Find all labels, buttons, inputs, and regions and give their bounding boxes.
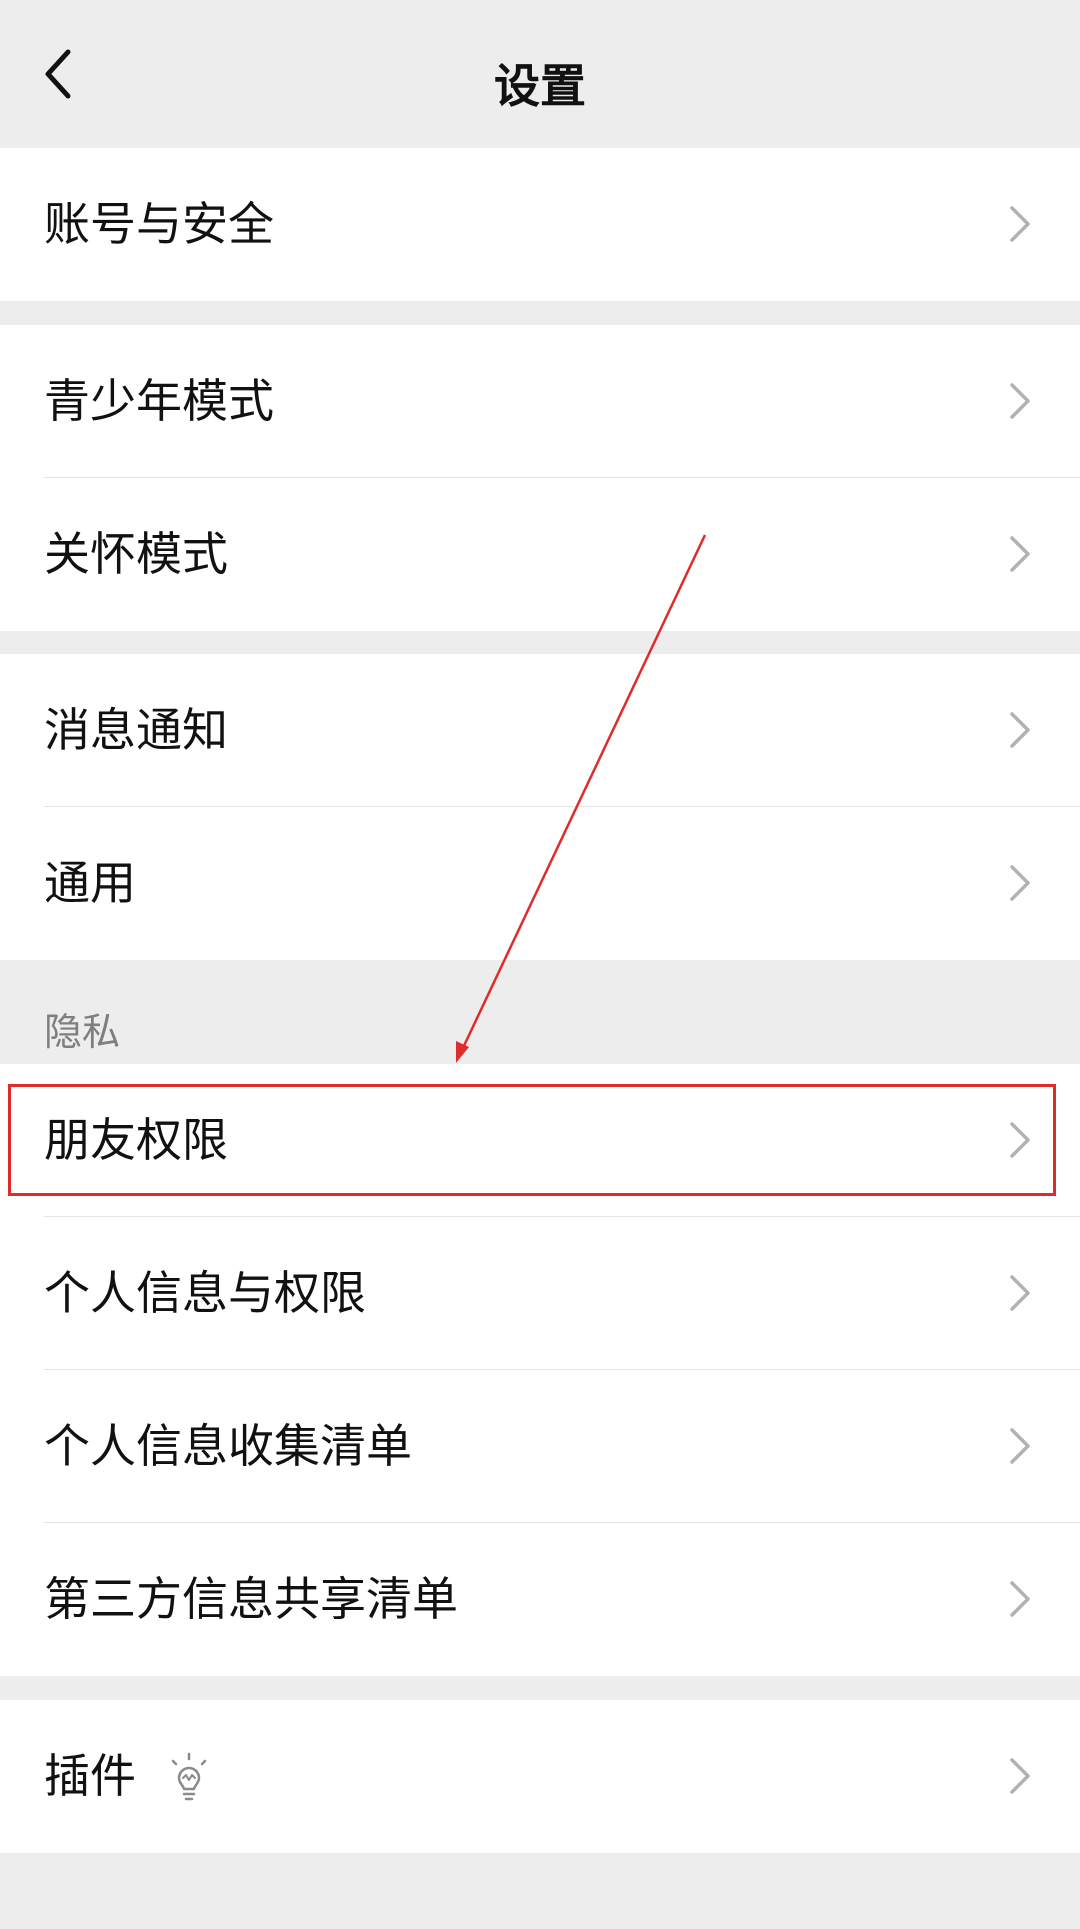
menu-item-personal-info-collection-list[interactable]: 个人信息收集清单 — [0, 1370, 1080, 1523]
menu-item-friend-permissions[interactable]: 朋友权限 — [0, 1064, 1080, 1217]
menu-item-label: 青少年模式 — [44, 374, 274, 428]
menu-item-plugins[interactable]: 插件 — [0, 1700, 1080, 1853]
page-title: 设置 — [494, 59, 586, 113]
chevron-right-icon — [1010, 383, 1030, 419]
menu-item-care-mode[interactable]: 关怀模式 — [0, 478, 1080, 631]
settings-group-account: 账号与安全 — [0, 148, 1080, 301]
chevron-right-icon — [1010, 1581, 1030, 1617]
chevron-right-icon — [1010, 1122, 1030, 1158]
chevron-right-icon — [1010, 1428, 1030, 1464]
menu-item-label: 消息通知 — [44, 703, 228, 757]
menu-item-personal-info-permissions[interactable]: 个人信息与权限 — [0, 1217, 1080, 1370]
menu-item-notifications[interactable]: 消息通知 — [0, 654, 1080, 807]
menu-item-third-party-sharing-list[interactable]: 第三方信息共享清单 — [0, 1523, 1080, 1676]
navigation-bar: 设置 — [0, 0, 1080, 148]
menu-item-label: 通用 — [44, 856, 136, 910]
settings-page: 设置 账号与安全 青少年模式 关怀模式 消息通知 通用 隐私 朋友权限 个人信息… — [0, 0, 1080, 1929]
settings-group-general: 消息通知 通用 — [0, 654, 1080, 960]
menu-item-label: 插件 — [44, 1749, 136, 1803]
chevron-right-icon — [1010, 536, 1030, 572]
section-header-privacy: 隐私 — [44, 1010, 121, 1054]
menu-item-label: 账号与安全 — [44, 197, 274, 251]
menu-item-account-security[interactable]: 账号与安全 — [0, 148, 1080, 301]
settings-group-plugins: 插件 — [0, 1700, 1080, 1853]
menu-item-general[interactable]: 通用 — [0, 807, 1080, 960]
menu-item-label: 个人信息与权限 — [44, 1266, 366, 1320]
chevron-right-icon — [1010, 206, 1030, 242]
menu-item-youth-mode[interactable]: 青少年模式 — [0, 325, 1080, 478]
settings-group-modes: 青少年模式 关怀模式 — [0, 325, 1080, 631]
chevron-right-icon — [1010, 865, 1030, 901]
chevron-right-icon — [1010, 1275, 1030, 1311]
lightbulb-icon — [171, 1752, 207, 1801]
menu-item-label: 朋友权限 — [44, 1113, 228, 1167]
menu-item-label: 个人信息收集清单 — [44, 1419, 412, 1473]
menu-item-label: 关怀模式 — [44, 527, 228, 581]
chevron-right-icon — [1010, 1758, 1030, 1794]
menu-item-label: 第三方信息共享清单 — [44, 1572, 458, 1626]
chevron-right-icon — [1010, 712, 1030, 748]
settings-group-privacy: 朋友权限 个人信息与权限 个人信息收集清单 第三方信息共享清单 — [0, 1064, 1080, 1676]
